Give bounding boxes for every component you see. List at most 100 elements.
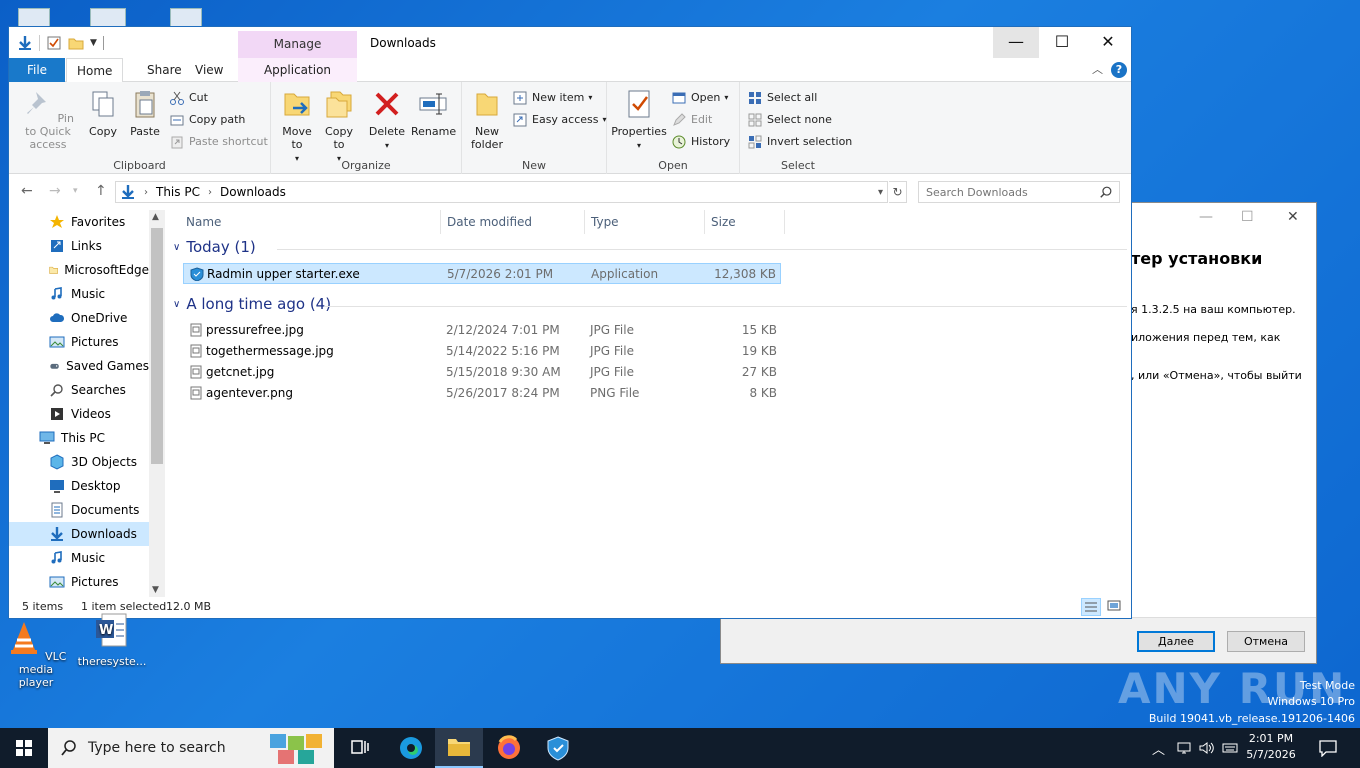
properties-check-icon[interactable]	[46, 35, 62, 51]
move-to-button[interactable]: Move to ▾	[277, 88, 317, 165]
close-button[interactable]: ✕	[1085, 27, 1131, 58]
column-separator[interactable]	[704, 210, 705, 234]
up-arrow-icon[interactable]: ↑	[95, 183, 107, 199]
tab-share[interactable]: Share	[137, 58, 192, 82]
file-row[interactable]: pressurefree.jpg 2/12/2024 7:01 PM JPG Fil…	[183, 320, 781, 341]
sidebar-item-music[interactable]: Music	[9, 282, 149, 306]
edge-taskbar-button[interactable]	[387, 728, 435, 768]
group-header[interactable]: ∨ A long time ago (4)	[173, 295, 1127, 313]
paste-shortcut-button[interactable]: Paste shortcut	[169, 133, 268, 151]
scroll-down-icon[interactable]: ▼	[152, 585, 159, 595]
sidebar-item-links[interactable]: Links	[9, 234, 149, 258]
breadcrumb-downloads[interactable]: Downloads	[220, 185, 286, 199]
paste-button[interactable]: Paste	[127, 88, 163, 138]
select-none-button[interactable]: Select none	[747, 111, 832, 129]
sidebar-item-music[interactable]: Music	[9, 546, 149, 570]
down-arrow-icon[interactable]	[17, 35, 33, 51]
group-collapse-icon[interactable]: ∨	[173, 299, 180, 310]
vlc-desktop-icon[interactable]: VLC media player	[0, 620, 72, 689]
sidebar-item-desktop[interactable]: Desktop	[9, 474, 149, 498]
sidebar-item-3d-objects[interactable]: 3D Objects	[9, 450, 149, 474]
edit-button[interactable]: Edit	[671, 111, 712, 129]
file-row[interactable]: agentever.png 5/26/2017 8:24 PM PNG File 8 …	[183, 383, 781, 404]
breadcrumb-separator-icon[interactable]: ›	[208, 187, 212, 198]
cancel-button[interactable]: Отмена	[1227, 631, 1305, 652]
properties-button[interactable]: Properties ▾	[611, 88, 667, 152]
sidebar-item-favorites[interactable]: Favorites	[9, 210, 149, 234]
history-button[interactable]: History	[671, 133, 730, 151]
delete-button[interactable]: Delete ▾	[367, 88, 407, 152]
column-header-date[interactable]: Date modified	[447, 210, 532, 234]
new-folder-icon[interactable]	[68, 35, 84, 51]
large-icons-view-icon[interactable]	[1105, 598, 1125, 616]
sidebar-item-microsoftedge[interactable]: MicrosoftEdge	[9, 258, 149, 282]
details-view-icon[interactable]	[1081, 598, 1101, 616]
address-box[interactable]: › This PC › Downloads ▾	[115, 181, 888, 203]
sidebar-item-saved-games[interactable]: Saved Games	[9, 354, 149, 378]
column-header-type[interactable]: Type	[591, 210, 619, 234]
minimize-button[interactable]: —	[993, 27, 1039, 58]
notifications-icon[interactable]	[1318, 739, 1338, 757]
breadcrumb-separator-icon[interactable]: ›	[144, 187, 148, 198]
sidebar-item-videos[interactable]: Videos	[9, 402, 149, 426]
start-button[interactable]	[0, 728, 48, 768]
easy-access-button[interactable]: Easy access ▾	[512, 111, 607, 129]
file-row[interactable]: togethermessage.jpg 5/14/2022 5:16 PM JPG …	[183, 341, 781, 362]
tab-view[interactable]: View	[185, 58, 233, 82]
copy-path-button[interactable]: Copy path	[169, 111, 245, 129]
search-input[interactable]	[919, 182, 1089, 202]
column-separator[interactable]	[584, 210, 585, 234]
new-item-button[interactable]: New item ▾	[512, 89, 592, 107]
sidebar-item-downloads[interactable]: Downloads	[9, 522, 149, 546]
volume-icon[interactable]	[1198, 740, 1216, 756]
new-folder-button[interactable]: New folder	[466, 88, 508, 151]
sidebar-item-searches[interactable]: Searches	[9, 378, 149, 402]
recent-locations-icon[interactable]: ▾	[73, 186, 78, 196]
sidebar-item-onedrive[interactable]: OneDrive	[9, 306, 149, 330]
address-dropdown-icon[interactable]: ▾	[878, 187, 883, 198]
navigation-scrollbar[interactable]: ▲ ▼	[149, 210, 165, 597]
installer-maximize-icon[interactable]: ☐	[1241, 209, 1254, 225]
cut-button[interactable]: Cut	[169, 89, 208, 107]
copy-to-button[interactable]: Copy to ▾	[319, 88, 359, 165]
column-separator[interactable]	[784, 210, 785, 234]
copy-button[interactable]: Copy	[85, 88, 121, 138]
breadcrumb-this-pc[interactable]: This PC	[156, 185, 200, 199]
installer-minimize-icon[interactable]: —	[1199, 209, 1213, 225]
firefox-taskbar-button[interactable]	[485, 728, 533, 768]
clock[interactable]: 2:01 PM 5/7/2026	[1236, 731, 1306, 763]
next-button[interactable]: Далее	[1137, 631, 1215, 652]
group-header[interactable]: ∨ Today (1)	[173, 238, 1127, 256]
qat-dropdown-icon[interactable]: ▼	[90, 38, 97, 48]
word-desktop-icon[interactable]: W theresyste...	[76, 612, 148, 668]
tab-file[interactable]: File	[9, 58, 65, 82]
column-header-name[interactable]: Name	[186, 210, 221, 234]
taskbar-search-box[interactable]: Type here to search	[48, 728, 334, 768]
sidebar-item-this-pc[interactable]: This PC	[9, 426, 149, 450]
rename-button[interactable]: Rename	[411, 88, 456, 138]
network-icon[interactable]	[1176, 740, 1192, 756]
file-row[interactable]: getcnet.jpg 5/15/2018 9:30 AM JPG File 27 K…	[183, 362, 781, 383]
task-view-button[interactable]	[336, 728, 384, 768]
sidebar-item-pictures[interactable]: Pictures	[9, 330, 149, 354]
column-header-size[interactable]: Size	[711, 210, 736, 234]
document-icon[interactable]	[170, 8, 202, 28]
installer-taskbar-button[interactable]	[534, 728, 582, 768]
group-collapse-icon[interactable]: ∨	[173, 242, 180, 253]
invert-selection-button[interactable]: Invert selection	[747, 133, 852, 151]
back-arrow-icon[interactable]: ←	[21, 183, 33, 199]
pin-to-quick-access-button[interactable]: Pin to Quick access	[15, 88, 81, 151]
tab-application-tools[interactable]: Application Tools	[238, 58, 357, 101]
refresh-button[interactable]: ↻	[889, 181, 907, 203]
installer-close-icon[interactable]: ✕	[1287, 209, 1299, 225]
select-all-button[interactable]: Select all	[747, 89, 817, 107]
scroll-up-icon[interactable]: ▲	[152, 212, 159, 222]
sidebar-item-documents[interactable]: Documents	[9, 498, 149, 522]
open-button[interactable]: Open ▾	[671, 89, 728, 107]
ribbon-collapse-icon[interactable]: ︿	[1092, 61, 1103, 77]
maximize-button[interactable]: ☐	[1039, 27, 1085, 58]
column-separator[interactable]	[440, 210, 441, 234]
scrollbar-thumb[interactable]	[151, 228, 163, 464]
help-icon[interactable]: ?	[1111, 62, 1127, 78]
file-explorer-taskbar-button[interactable]	[435, 728, 483, 768]
